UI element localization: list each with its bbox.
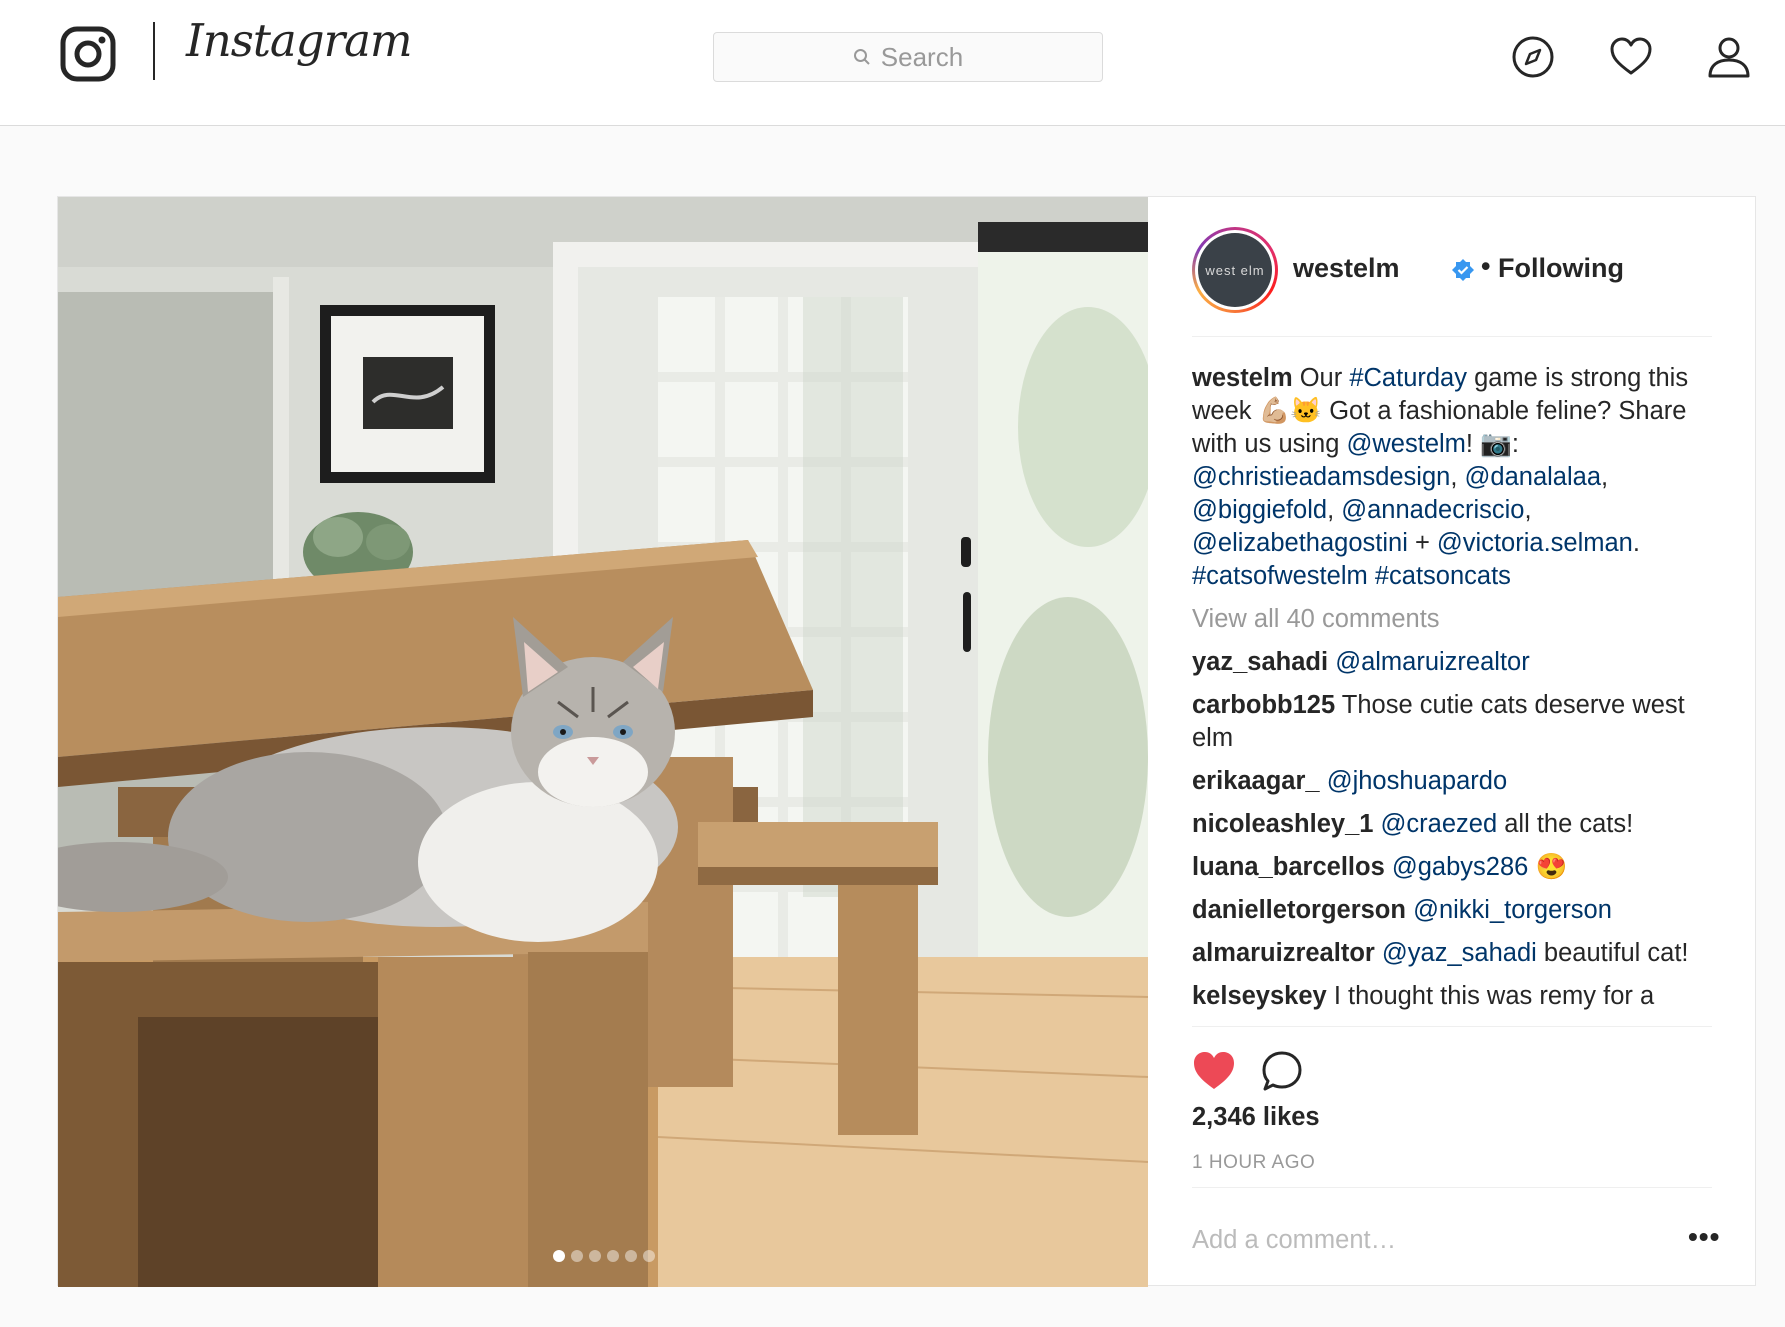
search-placeholder: Search	[880, 41, 964, 72]
hashtag-link[interactable]: #Caturday	[1349, 364, 1467, 392]
carousel-indicator	[553, 1250, 655, 1262]
mention-link[interactable]: @annadecriscio	[1341, 496, 1524, 524]
hashtag-link[interactable]: #catsofwestelm	[1192, 562, 1368, 590]
divider	[1192, 1187, 1712, 1188]
following-button[interactable]: Following	[1498, 253, 1624, 284]
comment-username[interactable]: nicoleashley_1	[1192, 810, 1373, 838]
comment-item: yaz_sahadi @almaruizrealtor	[1192, 646, 1712, 679]
mention-link[interactable]: @westelm	[1347, 430, 1466, 458]
search-icon	[853, 49, 870, 65]
comment-username[interactable]: almaruizrealtor	[1192, 939, 1375, 967]
mention-link[interactable]: @biggiefold	[1192, 496, 1327, 524]
mention-link[interactable]: @elizabethagostini	[1192, 529, 1408, 557]
mention-link[interactable]: @danalalaa	[1465, 463, 1602, 491]
comment-username[interactable]: carbobb125	[1192, 691, 1335, 719]
heart-icon[interactable]	[1609, 35, 1653, 79]
carousel-dot[interactable]	[589, 1250, 601, 1262]
post-sidebar: west elm westelm • Following westelm Our…	[1148, 197, 1757, 1287]
search-input[interactable]: Search	[713, 32, 1103, 82]
post-photo[interactable]	[58, 197, 1148, 1287]
comment-item: nicoleashley_1 @craezed all the cats!	[1192, 810, 1634, 838]
avatar-story-ring[interactable]: west elm	[1192, 227, 1278, 313]
post-header: west elm westelm • Following	[1192, 227, 1712, 337]
carousel-dot[interactable]	[643, 1250, 655, 1262]
comments-list: westelm Our #Caturday game is strong thi…	[1192, 362, 1712, 1022]
mention-link[interactable]: @yaz_sahadi	[1382, 939, 1537, 967]
more-options-icon[interactable]: •••	[1688, 1221, 1720, 1253]
post-timestamp[interactable]: 1 HOUR AGO	[1192, 1152, 1315, 1174]
carousel-dot[interactable]	[607, 1250, 619, 1262]
logo-divider	[153, 22, 155, 80]
comment-username[interactable]: danielletorgerson	[1192, 896, 1406, 924]
carousel-dot[interactable]	[571, 1250, 583, 1262]
instagram-wordmark[interactable]: Instagram	[186, 14, 413, 67]
add-comment-input[interactable]	[1192, 1222, 1652, 1258]
carousel-dot-active[interactable]	[553, 1250, 565, 1262]
mention-link[interactable]: @gabys286	[1392, 853, 1528, 881]
profile-icon[interactable]	[1707, 35, 1751, 79]
comment-item: kelseyskey I thought this was remy for a	[1192, 982, 1655, 1010]
comment-item: luana_barcellos @gabys286 😍	[1192, 853, 1568, 881]
comment-username[interactable]: erikaagar_	[1192, 767, 1320, 795]
instagram-glyph-icon[interactable]	[60, 26, 116, 82]
mention-link[interactable]: @christieadamsdesign	[1192, 463, 1450, 491]
view-all-comments-link[interactable]: View all 40 comments	[1192, 603, 1712, 636]
comment-item: carbobb125 Those cutie cats deserve west…	[1192, 691, 1685, 752]
comment-username[interactable]: kelseyskey	[1192, 982, 1327, 1010]
heart-filled-icon[interactable]	[1192, 1049, 1236, 1093]
post-username[interactable]: westelm	[1293, 253, 1400, 284]
mention-link[interactable]: @nikki_torgerson	[1413, 896, 1612, 924]
follow-separator: •	[1481, 251, 1491, 281]
compass-icon[interactable]	[1511, 35, 1555, 79]
top-nav-bar: Instagram Search	[0, 0, 1785, 126]
caption-username[interactable]: westelm	[1192, 364, 1293, 392]
cat-on-bench-photo	[58, 197, 1148, 1287]
likes-count[interactable]: 2,346 likes	[1192, 1103, 1320, 1132]
mention-link[interactable]: @craezed	[1381, 810, 1498, 838]
comment-username[interactable]: luana_barcellos	[1192, 853, 1385, 881]
comment-username[interactable]: yaz_sahadi	[1192, 648, 1328, 676]
avatar: west elm	[1198, 233, 1272, 307]
post-caption: westelm Our #Caturday game is strong thi…	[1192, 364, 1689, 590]
mention-link[interactable]: @almaruizrealtor	[1335, 648, 1530, 676]
verified-badge-icon	[1452, 259, 1474, 281]
comment-item: danielletorgerson @nikki_torgerson	[1192, 894, 1712, 927]
hashtag-link[interactable]: #catsoncats	[1375, 562, 1511, 590]
mention-link[interactable]: @victoria.selman	[1437, 529, 1633, 557]
post-card: west elm westelm • Following westelm Our…	[57, 196, 1757, 1287]
comment-item: almaruizrealtor @yaz_sahadi beautiful ca…	[1192, 939, 1689, 967]
comment-item: erikaagar_ @jhoshuapardo	[1192, 765, 1712, 798]
mention-link[interactable]: @jhoshuapardo	[1327, 767, 1507, 795]
comment-bubble-icon[interactable]	[1261, 1050, 1303, 1092]
carousel-dot[interactable]	[625, 1250, 637, 1262]
divider	[1192, 1026, 1712, 1027]
